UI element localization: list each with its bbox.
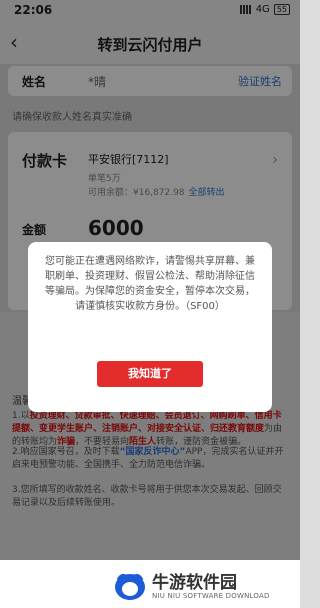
- watermark-brand: 牛游软件园: [152, 573, 237, 593]
- watermark-subtitle: NIU NIU SOFTWARE DOWNLOAD: [152, 592, 270, 600]
- fraud-warning-message: 您可能正在遭遇网络欺诈，请警惕共享屏幕、兼职刷单、投资理财、假冒公检法、帮助消除…: [45, 256, 255, 312]
- bull-logo-icon: [115, 573, 145, 600]
- watermark-footer: 牛游软件园 NIU NIU SOFTWARE DOWNLOAD: [0, 560, 300, 608]
- acknowledge-button[interactable]: 我知道了: [97, 361, 203, 387]
- fraud-warning-dialog: 您可能正在遭遇网络欺诈，请警惕共享屏幕、兼职刷单、投资理财、假冒公检法、帮助消除…: [28, 242, 272, 412]
